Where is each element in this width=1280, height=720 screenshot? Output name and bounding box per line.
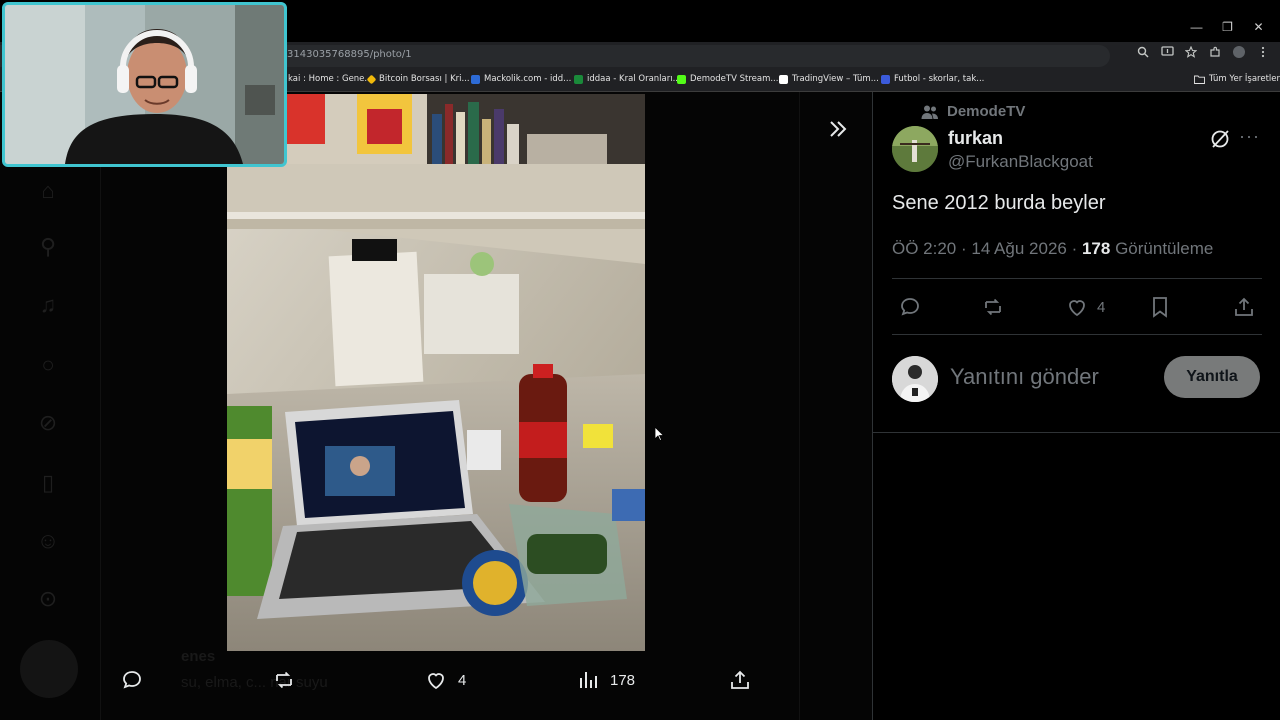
share-icon xyxy=(1235,297,1253,316)
iddaa-icon xyxy=(574,74,583,84)
views-count: 178 xyxy=(610,671,636,689)
bookmark-label: Bitcoin Borsası | Kri... xyxy=(379,74,470,84)
messages-icon: ○ xyxy=(41,352,55,377)
bookmark-label: Futbol - skorlar, tak... xyxy=(894,74,985,84)
more-icon: ⊙ xyxy=(38,586,58,611)
bookmarks-icon: ▯ xyxy=(41,470,55,495)
repost-button[interactable] xyxy=(272,660,296,700)
divider xyxy=(892,278,1262,279)
bookmark-item[interactable]: Futbol - skorlar, tak... xyxy=(881,74,984,84)
tradingview-icon xyxy=(779,74,788,84)
tweet-view-count: 178 xyxy=(1081,239,1111,258)
repost-icon xyxy=(985,298,1001,316)
bookmark-label: DemodeTV Stream... xyxy=(690,74,779,84)
bookmark-item[interactable]: TradingView – Tüm... xyxy=(779,74,879,84)
photo-action-bar: 4 178 xyxy=(110,660,770,700)
compose-button xyxy=(20,640,78,698)
reply-icon xyxy=(123,671,141,689)
grok-icon[interactable] xyxy=(1209,128,1231,150)
share-button[interactable] xyxy=(728,660,752,700)
restore-button[interactable]: ❐ xyxy=(1212,14,1243,40)
webcam-overlay xyxy=(2,2,287,167)
zoom-icon[interactable] xyxy=(1136,45,1150,59)
views-chart-icon xyxy=(580,672,597,688)
share-button[interactable] xyxy=(1232,292,1256,322)
tweet-action-row: 4 xyxy=(892,292,1262,322)
reply-button[interactable] xyxy=(898,292,922,322)
notifications-icon: ♫ xyxy=(39,292,57,317)
heart-icon xyxy=(1069,300,1085,317)
all-bookmarks-folder[interactable]: Tüm Yer İşaretleri xyxy=(1194,74,1280,84)
profile-icon: ☺ xyxy=(36,528,60,553)
heart-icon xyxy=(428,673,444,690)
streamer-webcam-image xyxy=(5,5,284,164)
repost-button[interactable] xyxy=(981,292,1005,322)
extensions-icon[interactable] xyxy=(1208,45,1222,59)
home-icon: ⌂ xyxy=(41,178,55,203)
bookmark-label: kai : Home : Gene... xyxy=(288,74,373,84)
search-icon: ⚲ xyxy=(39,234,57,259)
toolbar-icons xyxy=(1136,45,1270,59)
close-button[interactable]: ✕ xyxy=(1243,14,1274,40)
tweet-timestamp[interactable]: ÖÖ 2:20 · 14 Ağu 2026 · xyxy=(892,239,1082,258)
background-sidebar-nav: ⌂ ⚲ ♫ ○ ⊘ ▯ ☺ ⊙ xyxy=(0,92,96,720)
tweet-view-label: Görüntüleme xyxy=(1110,239,1214,258)
divider xyxy=(892,334,1262,335)
author-avatar[interactable] xyxy=(892,126,938,172)
like-button[interactable]: 4 xyxy=(424,660,466,700)
tweet-meta: ÖÖ 2:20 · 14 Ağu 2026 · 178 Görüntüleme xyxy=(892,239,1213,259)
kick-icon xyxy=(677,74,686,84)
url-text[interactable]: 3143035768895/photo/1 xyxy=(287,49,412,60)
tweet-side-panel: DemodeTV furkan @FurkanBlackgoat ··· Sen… xyxy=(872,92,1280,720)
bookmark-item[interactable]: Mackolik.com - idd... xyxy=(471,74,571,84)
share-icon xyxy=(731,670,749,689)
reply-button[interactable] xyxy=(120,660,144,700)
repost-icon xyxy=(276,671,292,689)
bookmark-label: TradingView – Tüm... xyxy=(792,74,879,84)
mouse-cursor-icon xyxy=(655,427,665,441)
kebab-menu-icon[interactable] xyxy=(1256,45,1270,59)
profile-icon[interactable] xyxy=(1232,45,1246,59)
bookmark-button[interactable] xyxy=(1148,292,1172,322)
expand-panel-icon[interactable] xyxy=(823,114,853,144)
like-count: 4 xyxy=(458,671,467,689)
views-button[interactable]: 178 xyxy=(576,660,635,700)
community-label[interactable]: DemodeTV xyxy=(921,103,1025,120)
reply-submit-button[interactable]: Yanıtla xyxy=(1164,356,1260,398)
desk-photo-image xyxy=(227,94,645,651)
like-count: 4 xyxy=(1097,298,1106,316)
reply-input[interactable]: Yanıtını gönder xyxy=(950,364,1099,390)
bookmark-item[interactable]: DemodeTV Stream... xyxy=(677,74,778,84)
window-controls: — ❐ ✕ xyxy=(1181,14,1274,40)
bookmark-item[interactable]: iddaa - Kral Oranları... xyxy=(574,74,681,84)
reply-icon xyxy=(901,298,919,316)
flashscore-icon xyxy=(881,74,890,84)
like-button[interactable]: 4 xyxy=(1065,292,1105,322)
grok-icon: ⊘ xyxy=(38,410,58,435)
bookmark-icon xyxy=(1153,297,1167,318)
all-bookmarks-label: Tüm Yer İşaretleri xyxy=(1209,74,1280,84)
bookmark-label: Mackolik.com - idd... xyxy=(484,74,572,84)
binance-icon xyxy=(366,74,377,84)
divider xyxy=(873,432,1280,433)
author-display-name[interactable]: furkan xyxy=(948,128,1003,149)
bookmark-star-icon[interactable] xyxy=(1184,45,1198,59)
tweet-text: Sene 2012 burda beyler xyxy=(892,192,1106,214)
minimize-button[interactable]: — xyxy=(1181,14,1212,40)
tweet-photo[interactable] xyxy=(227,94,645,651)
folder-icon xyxy=(1194,75,1205,84)
community-icon xyxy=(921,105,938,119)
author-handle[interactable]: @FurkanBlackgoat xyxy=(948,152,1093,172)
mackolik-icon xyxy=(471,74,480,84)
more-options-icon[interactable]: ··· xyxy=(1239,126,1260,147)
community-name: DemodeTV xyxy=(947,103,1026,120)
bookmark-item[interactable]: kai : Home : Gene... xyxy=(288,74,373,84)
bookmark-label: iddaa - Kral Oranları... xyxy=(587,74,681,84)
bookmark-item[interactable]: Bitcoin Borsası | Kri... xyxy=(366,74,470,84)
install-app-icon[interactable] xyxy=(1160,45,1174,59)
user-avatar xyxy=(892,356,938,402)
